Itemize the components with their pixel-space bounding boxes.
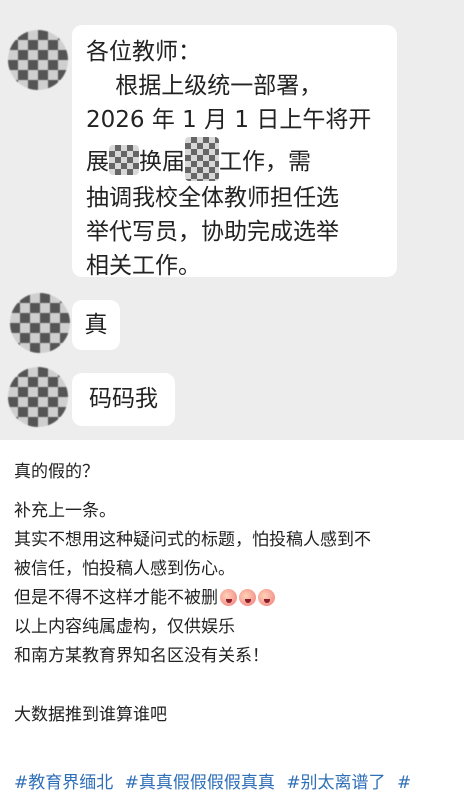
avatar-blurred — [8, 30, 68, 90]
message-bubble-reply: 真 — [72, 300, 120, 350]
crying-face-icon — [239, 589, 256, 606]
crying-face-icon — [220, 589, 237, 606]
message-line: 2026 年 1 月 1 日上午将开 — [86, 107, 372, 133]
message-text: 码码我 — [89, 386, 158, 412]
message-text: 换届 — [139, 149, 185, 175]
message-line: 根据上级统一部署， — [86, 73, 323, 99]
message-text: 真 — [84, 312, 108, 338]
post-line: 其实不想用这种疑问式的标题，怕投稿人感到不 — [14, 530, 371, 550]
mosaic-redaction — [185, 137, 219, 181]
hashtag-link[interactable]: #教育界缅北 — [14, 773, 113, 793]
hashtag-link[interactable]: #真真假假假假真真 — [125, 773, 275, 793]
post-line-with-emoji: 但是不得不这样才能不被删 — [14, 584, 454, 613]
avatar-blurred — [8, 367, 68, 427]
post-line: 以上内容纯属虚构，仅供娱乐 — [14, 617, 235, 637]
message-line: 相关工作。 — [86, 253, 201, 279]
post-line: 被信任，怕投稿人感到伤心。 — [14, 559, 235, 579]
message-text: 展 — [86, 149, 109, 175]
post-line: 和南方某教育界知名区没有关系！ — [14, 646, 269, 666]
message-line-redacted: 展 换届 工作，需 — [86, 137, 397, 181]
message-line: 抽调我校全体教师担任选 — [86, 185, 339, 211]
post-body: 真的假的？ 补充上一条。 其实不想用这种疑问式的标题，怕投稿人感到不 被信任，怕… — [14, 455, 454, 730]
message-text: 工作，需 — [219, 149, 311, 175]
post-closing: 大数据推到谁算谁吧 — [14, 705, 167, 725]
avatar-blurred — [10, 293, 70, 353]
post-line: 补充上一条。 — [14, 501, 116, 521]
hashtag-row: #教育界缅北 #真真假假假假真真 #别太离谱了 # — [14, 768, 417, 793]
post-text: 但是不得不这样才能不被删 — [14, 588, 218, 608]
message-line: 各位教师： — [86, 39, 201, 65]
message-bubble-notice: 各位教师： 根据上级统一部署， 2026 年 1 月 1 日上午将开 展 换届 工作… — [72, 25, 397, 279]
hashtag-link[interactable]: # — [397, 773, 411, 793]
chat-screenshot: 各位教师： 根据上级统一部署， 2026 年 1 月 1 日上午将开 展 换届 工作… — [0, 0, 464, 440]
message-bubble-reply: 码码我 — [72, 373, 175, 426]
crying-face-icon — [258, 589, 275, 606]
post-title: 真的假的？ — [14, 462, 99, 482]
hashtag-link[interactable]: #别太离谱了 — [286, 773, 385, 793]
message-line: 举代写员，协助完成选举 — [86, 219, 339, 245]
mosaic-redaction — [109, 145, 139, 175]
